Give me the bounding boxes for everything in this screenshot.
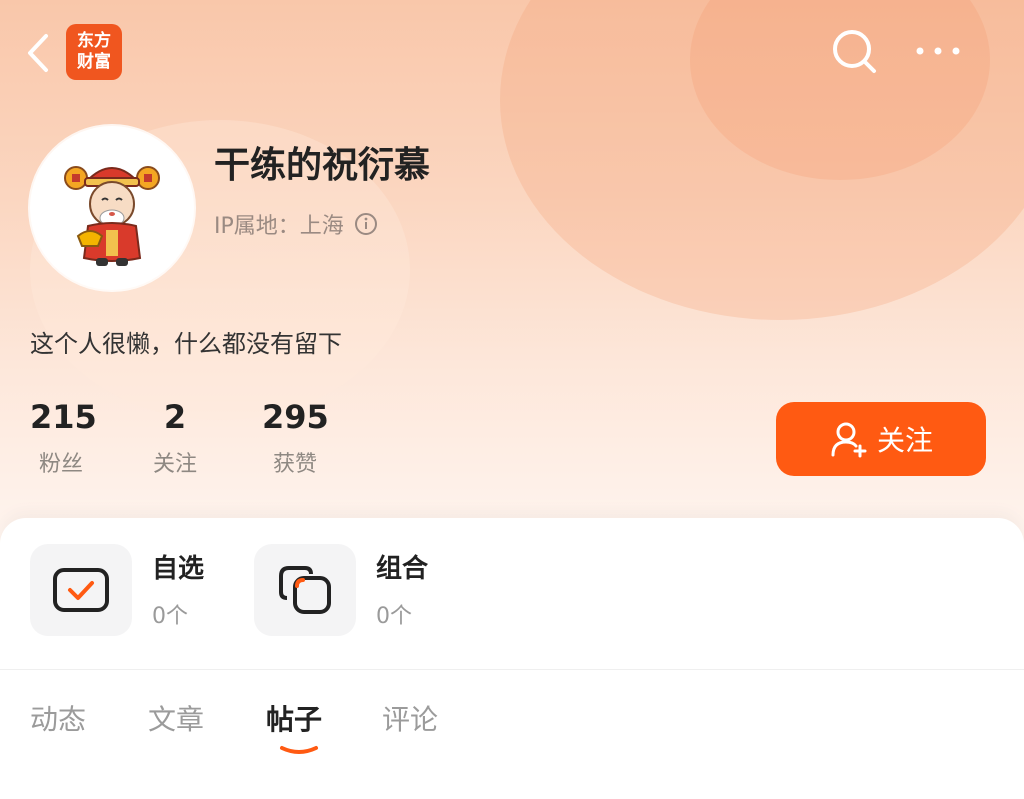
stat-likes[interactable]: 295 获赞 [262, 398, 329, 478]
portfolio-tile[interactable] [254, 544, 356, 636]
ip-location: IP属地：上海 [214, 208, 378, 240]
info-icon[interactable] [354, 212, 378, 236]
follow-button[interactable]: 关注 [776, 402, 986, 476]
tab-comments[interactable]: 评论 [382, 698, 438, 738]
watchlist-count: 0个 [152, 604, 188, 629]
watchlist-tile[interactable] [30, 544, 132, 636]
back-button[interactable] [18, 26, 62, 80]
stat-label: 粉丝 [38, 452, 83, 477]
watchlist-label: 自选 [152, 554, 205, 584]
portfolio-icon [279, 566, 331, 614]
search-icon [833, 30, 876, 73]
portfolio-count: 0个 [376, 604, 412, 629]
add-user-icon [831, 422, 867, 458]
divider [0, 669, 1024, 670]
top-bar: 东方 财富 [0, 0, 1024, 104]
active-tab-indicator [280, 746, 318, 754]
stat-label: 关注 [152, 452, 197, 477]
back-arrow-icon [28, 34, 48, 72]
tab-posts[interactable]: 帖子 [266, 698, 322, 738]
stat-value: 215 [30, 398, 97, 436]
username: 干练的祝衍慕 [214, 145, 431, 186]
logo-text-line1: 东方 [77, 31, 111, 51]
tab-activity[interactable]: 动态 [30, 698, 86, 738]
follow-button-label: 关注 [876, 424, 933, 457]
search-button[interactable] [826, 24, 882, 80]
logo-text-line2: 财富 [77, 52, 111, 72]
stat-label: 获赞 [272, 452, 317, 477]
portfolio-label: 组合 [376, 554, 429, 584]
tab-articles[interactable]: 文章 [148, 698, 204, 738]
watchlist-check-icon [53, 568, 109, 612]
stat-fans[interactable]: 215 粉丝 [30, 398, 97, 478]
stat-value: 2 [163, 398, 187, 436]
fortune-god-avatar-icon [64, 166, 160, 266]
app-logo: 东方 财富 [66, 24, 122, 80]
ip-location-text: IP属地：上海 [214, 214, 344, 239]
bio-text: 这个人很懒，什么都没有留下 [30, 330, 342, 358]
stat-following[interactable]: 2 关注 [146, 398, 204, 478]
more-button[interactable] [912, 36, 964, 66]
stat-value: 295 [262, 398, 329, 436]
more-icon [916, 47, 960, 55]
avatar[interactable] [30, 126, 194, 290]
